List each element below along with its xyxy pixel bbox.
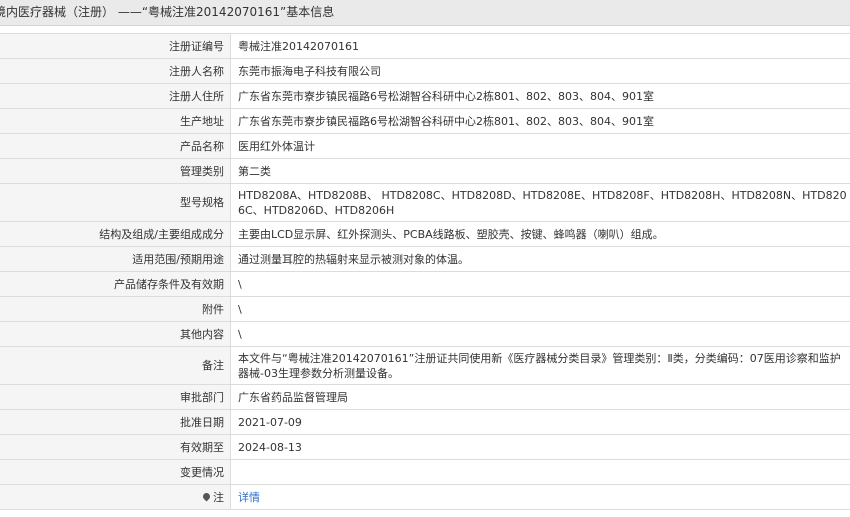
map-pin-icon xyxy=(201,491,212,501)
row-value: 本文件与“粤械注准20142070161”注册证共同使用新《医疗器械分类目录》管… xyxy=(230,346,850,385)
row-value: 粤械注准20142070161 xyxy=(230,33,850,59)
table-row: 备注 本文件与“粤械注准20142070161”注册证共同使用新《医疗器械分类目… xyxy=(0,346,850,385)
row-label: 有效期至 xyxy=(0,434,231,460)
table-row: 产品名称 医用红外体温计 xyxy=(0,133,850,159)
row-value: 广东省东莞市寮步镇民福路6号松湖智谷科研中心2栋801、802、803、804、… xyxy=(230,108,850,134)
table-row: 附件 \ xyxy=(0,296,850,322)
row-label: 变更情况 xyxy=(0,459,231,485)
table-row: 生产地址 广东省东莞市寮步镇民福路6号松湖智谷科研中心2栋801、802、803… xyxy=(0,108,850,134)
row-label: 注册人住所 xyxy=(0,83,231,109)
row-label: 附件 xyxy=(0,296,231,322)
row-value: 东莞市振海电子科技有限公司 xyxy=(230,58,850,84)
table-row: 结构及组成/主要组成成分 主要由LCD显示屏、红外探测头、PCBA线路板、塑胶壳… xyxy=(0,221,850,247)
row-label: 批准日期 xyxy=(0,409,231,435)
table-row: 其他内容 \ xyxy=(0,321,850,347)
row-label: 结构及组成/主要组成成分 xyxy=(0,221,231,247)
row-value: 2021-07-09 xyxy=(230,409,850,435)
note-label: 注 xyxy=(213,490,224,504)
row-value: 广东省药品监督管理局 xyxy=(230,384,850,410)
table-row: 变更情况 xyxy=(0,459,850,485)
row-label: 适用范围/预期用途 xyxy=(0,246,231,272)
row-label: 产品名称 xyxy=(0,133,231,159)
table-row: 有效期至 2024-08-13 xyxy=(0,434,850,460)
table-row: 注册人住所 广东省东莞市寮步镇民福路6号松湖智谷科研中心2栋801、802、80… xyxy=(0,83,850,109)
table-row: 审批部门 广东省药品监督管理局 xyxy=(0,384,850,410)
page-title: 境内医疗器械（注册） ——“粤械注准20142070161”基本信息 xyxy=(0,5,335,19)
row-label: 型号规格 xyxy=(0,183,231,222)
row-value: 主要由LCD显示屏、红外探测头、PCBA线路板、塑胶壳、按键、蜂鸣器（喇叭）组成… xyxy=(230,221,850,247)
note-label-cell: 注 xyxy=(0,484,231,510)
row-value: \ xyxy=(230,271,850,297)
row-label: 产品储存条件及有效期 xyxy=(0,271,231,297)
table-row: 适用范围/预期用途 通过测量耳腔的热辐射来显示被测对象的体温。 xyxy=(0,246,850,272)
table-row: 注册人名称 东莞市振海电子科技有限公司 xyxy=(0,58,850,84)
row-label: 审批部门 xyxy=(0,384,231,410)
row-label: 备注 xyxy=(0,346,231,385)
table-row: 批准日期 2021-07-09 xyxy=(0,409,850,435)
row-value: 医用红外体温计 xyxy=(230,133,850,159)
row-value: 广东省东莞市寮步镇民福路6号松湖智谷科研中心2栋801、802、803、804、… xyxy=(230,83,850,109)
info-table: 注册证编号 粤械注准20142070161 注册人名称 东莞市振海电子科技有限公… xyxy=(0,33,850,510)
row-value: 第二类 xyxy=(230,158,850,184)
table-row: 型号规格 HTD8208A、HTD8208B、 HTD8208C、HTD8208… xyxy=(0,183,850,222)
row-label: 管理类别 xyxy=(0,158,231,184)
row-value: 通过测量耳腔的热辐射来显示被测对象的体温。 xyxy=(230,246,850,272)
row-value: 2024-08-13 xyxy=(230,434,850,460)
row-value: HTD8208A、HTD8208B、 HTD8208C、HTD8208D、HTD… xyxy=(230,183,850,222)
row-value: \ xyxy=(230,321,850,347)
row-label: 生产地址 xyxy=(0,108,231,134)
row-label: 其他内容 xyxy=(0,321,231,347)
table-row: 注册证编号 粤械注准20142070161 xyxy=(0,33,850,59)
row-value xyxy=(230,459,850,485)
row-value: \ xyxy=(230,296,850,322)
table-row-note: 注 详情 xyxy=(0,484,850,510)
table-row: 产品储存条件及有效期 \ xyxy=(0,271,850,297)
row-label: 注册证编号 xyxy=(0,33,231,59)
row-label: 注册人名称 xyxy=(0,58,231,84)
page-title-bar: 境内医疗器械（注册） ——“粤械注准20142070161”基本信息 xyxy=(0,0,850,26)
table-row: 管理类别 第二类 xyxy=(0,158,850,184)
note-value-cell: 详情 xyxy=(230,484,850,510)
detail-link[interactable]: 详情 xyxy=(238,491,260,504)
